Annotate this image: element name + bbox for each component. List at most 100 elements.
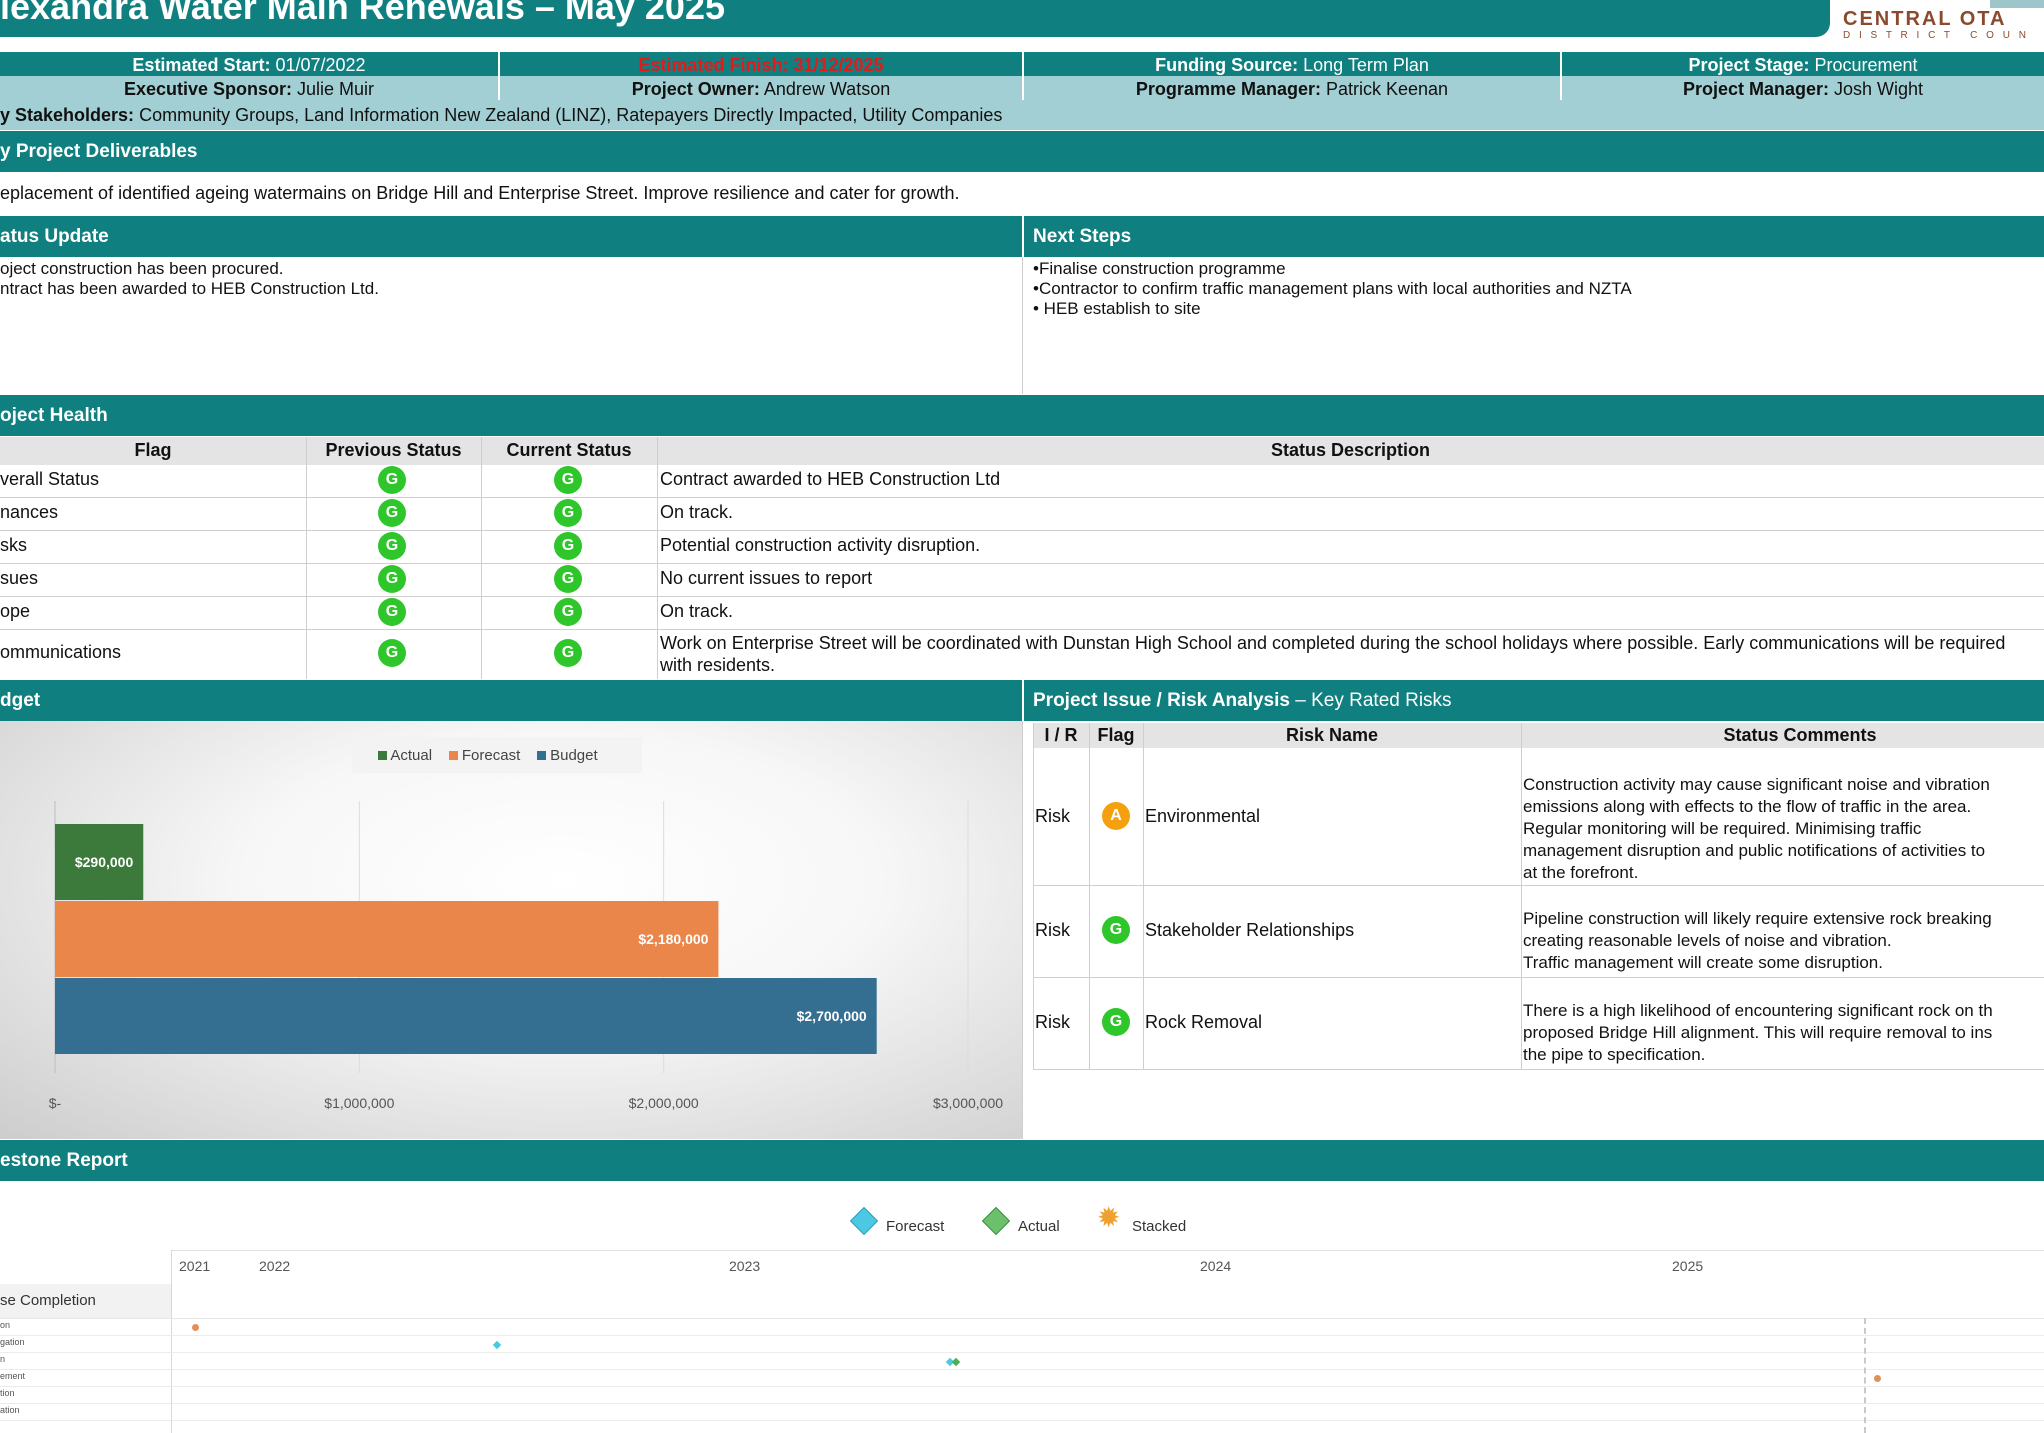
status-a-icon: A	[1102, 802, 1130, 830]
prog-mgr-value: Patrick Keenan	[1326, 79, 1449, 99]
sponsor-label: Executive Sponsor:	[123, 79, 292, 99]
x-tick-label: $3,000,000	[933, 1095, 1003, 1111]
health-col-description: Status Description	[1270, 440, 1431, 460]
status-g-icon: G	[378, 532, 406, 560]
forecast-diamond-icon	[849, 1206, 879, 1236]
risk-comments: There is a high likelihood of encounteri…	[1523, 1000, 1993, 1066]
milestone-stacked-marker	[192, 1324, 199, 1331]
gantt-row-label: tion	[0, 1388, 15, 1398]
gantt-column-header: se Completion	[0, 1292, 96, 1309]
bar-data-label: $2,180,000	[638, 931, 708, 947]
logo-text: CENTRAL OTA	[1843, 8, 2007, 30]
budget-title: dget	[0, 690, 41, 711]
status-update-title: atus Update	[0, 226, 109, 247]
divider	[1022, 721, 1023, 1139]
today-marker	[1864, 1318, 1866, 1433]
divider	[0, 596, 2044, 597]
divider	[1033, 885, 2044, 886]
stakeholders-value: Community Groups, Land Information New Z…	[139, 105, 1003, 125]
divider	[1033, 977, 2044, 978]
milestone-stacked-marker	[1874, 1375, 1881, 1382]
budget-chart-svg: $- $1,000,000 $2,000,000 $3,000,000 $290,000…	[49, 801, 1003, 1111]
project-owner: Project Owner: Andrew Watson	[500, 77, 1022, 101]
legend-forecast: Forecast	[461, 747, 521, 764]
divider	[0, 1369, 2044, 1370]
comment-line: the pipe to specification.	[1523, 1045, 1706, 1064]
comment-line: Regular monitoring will be required. Min…	[1523, 819, 1922, 838]
health-flag: verall Status	[0, 469, 100, 489]
prog-mgr-label: Programme Manager:	[1135, 79, 1321, 99]
deliverables-text: eplacement of identified ageing watermai…	[0, 183, 960, 203]
risk-name: Environmental	[1145, 806, 1261, 826]
health-flag: sks	[0, 535, 27, 555]
health-flag: ommunications	[0, 642, 122, 662]
owner-label: Project Owner:	[631, 79, 760, 99]
status-g-icon: G	[378, 565, 406, 593]
x-tick-label: $2,000,000	[629, 1095, 699, 1111]
deliverables-header	[0, 131, 2044, 172]
next-steps-title: Next Steps	[1033, 226, 1132, 247]
gantt-row-label: ation	[0, 1405, 20, 1415]
divider	[0, 563, 2044, 564]
status-line: ntract has been awarded to HEB Construct…	[0, 279, 379, 298]
status-g-icon: G	[1102, 916, 1130, 944]
divider	[0, 1318, 2044, 1319]
divider	[171, 1250, 2044, 1251]
health-flag: ope	[0, 601, 31, 621]
deliverables-title: y Project Deliverables	[0, 141, 198, 162]
divider	[1143, 723, 1144, 1069]
divider	[0, 1420, 2044, 1421]
x-tick-label: $-	[49, 1095, 62, 1111]
report-title: lexandra Water Main Renewals – May 2025	[0, 0, 725, 27]
divider	[0, 497, 2044, 498]
bar-budget	[55, 978, 877, 1054]
stage-value: Procurement	[1814, 55, 1918, 75]
stacked-star-icon: ✹	[1097, 1202, 1121, 1233]
status-g-icon: G	[1102, 1008, 1130, 1036]
risk-col-ir: I / R	[1044, 725, 1078, 745]
divider	[0, 1352, 2044, 1353]
next-step-item: •Finalise construction programme	[1033, 259, 1286, 278]
status-g-icon: G	[378, 466, 406, 494]
funding-label: Funding Source:	[1155, 55, 1299, 75]
year-2025: 2025	[1672, 1258, 1704, 1274]
comment-line: There is a high likelihood of encounteri…	[1523, 1001, 1993, 1020]
next-step-item: • HEB establish to site	[1033, 299, 1201, 318]
key-stakeholders: y Stakeholders: Community Groups, Land I…	[0, 102, 2044, 128]
legend-actual: Actual	[390, 747, 433, 764]
risk-type: Risk	[1035, 806, 1070, 826]
divider	[1022, 680, 1024, 721]
gantt-row-label: n	[0, 1354, 6, 1364]
health-header	[0, 395, 2044, 436]
risk-col-name: Risk Name	[1285, 725, 1379, 745]
health-description: Work on Enterprise Street will be coordi…	[660, 633, 2006, 675]
year-2022: 2022	[259, 1258, 291, 1274]
divider	[1022, 216, 1024, 257]
divider	[657, 437, 658, 679]
divider	[0, 629, 2044, 630]
divider	[0, 530, 2044, 531]
health-col-current: Current Status	[506, 440, 632, 460]
milestone-legend-forecast: Forecast	[886, 1218, 945, 1235]
risk-type: Risk	[1035, 920, 1070, 940]
stage-label: Project Stage:	[1688, 55, 1810, 75]
divider	[1521, 723, 1522, 1069]
chart-legend-items: Actual Forecast Budget	[378, 747, 598, 764]
divider	[1033, 723, 1034, 1069]
health-flag: sues	[0, 568, 39, 588]
health-description: Contract awarded to HEB Construction Ltd	[660, 469, 1001, 489]
status-g-icon: G	[378, 499, 406, 527]
risk-title-rest: – Key Rated Risks	[1289, 690, 1452, 711]
proj-mgr-value: Josh Wight	[1834, 79, 1924, 99]
legend-actual-swatch	[378, 751, 387, 760]
comment-line: emissions along with effects to the flow…	[1523, 797, 1972, 816]
project-manager: Project Manager: Josh Wight	[1562, 77, 2044, 101]
health-title: oject Health	[0, 405, 108, 426]
risk-col-flag: Flag	[1097, 725, 1135, 745]
bar-forecast	[55, 901, 719, 977]
comment-line: management disruption and public notific…	[1523, 841, 1986, 860]
year-2021: 2021	[179, 1258, 211, 1274]
actual-diamond-icon	[981, 1206, 1011, 1236]
status-line: oject construction has been procured.	[0, 259, 284, 278]
estimated-finish: Estimated Finish: 31/12/2025	[638, 55, 884, 75]
